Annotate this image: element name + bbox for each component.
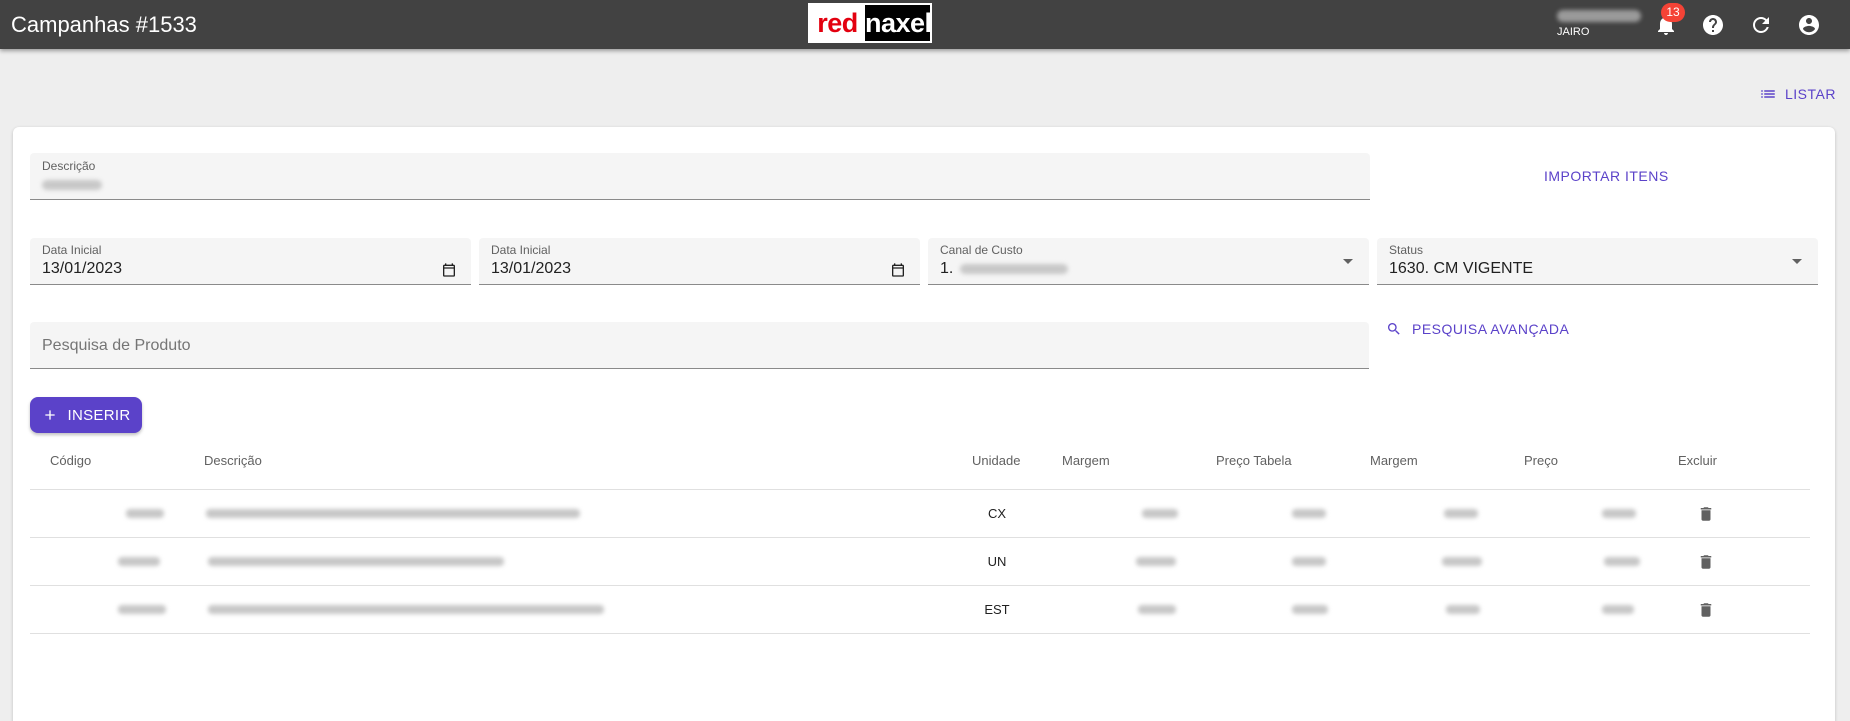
account-icon[interactable]	[1797, 13, 1821, 37]
pesquisa-avancada-label: PESQUISA AVANÇADA	[1412, 321, 1570, 337]
trash-icon[interactable]	[1697, 600, 1715, 620]
table-row[interactable]: CX	[30, 490, 1810, 538]
user-name: JAIRO	[1557, 26, 1590, 38]
status-value: 1630. CM VIGENTE	[1389, 260, 1534, 277]
table-row[interactable]: UN	[30, 538, 1810, 586]
app-bar: Campanhas #1533 red naxel JAIRO 13	[0, 0, 1850, 49]
descricao-field[interactable]: Descrição	[30, 153, 1370, 200]
margem-redacted	[1138, 605, 1176, 614]
codigo-redacted	[118, 557, 160, 566]
canal-de-custo-value-redacted	[960, 264, 1068, 274]
page-title: Campanhas #1533	[11, 12, 197, 37]
table-row[interactable]: EST	[30, 586, 1810, 634]
margem-redacted	[1142, 509, 1178, 518]
notification-badge: 13	[1661, 3, 1685, 22]
listar-label: LISTAR	[1785, 86, 1836, 102]
inserir-button[interactable]: INSERIR	[30, 397, 142, 433]
chevron-down-icon	[1343, 259, 1353, 264]
column-header-unidade[interactable]: Unidade	[972, 453, 1020, 468]
refresh-icon[interactable]	[1749, 13, 1773, 37]
unidade-cell: CX	[987, 506, 1007, 521]
column-header-preco[interactable]: Preço	[1524, 453, 1558, 468]
codigo-redacted	[118, 605, 166, 614]
data-inicial-value-2: 13/01/2023	[491, 260, 572, 277]
pesquisa-produto-placeholder: Pesquisa de Produto	[42, 337, 191, 354]
unidade-cell: EST	[984, 602, 1010, 617]
calendar-icon[interactable]	[441, 262, 457, 278]
column-header-preco-tabela[interactable]: Preço Tabela	[1216, 453, 1292, 468]
search-icon	[1388, 323, 1400, 335]
importar-itens-label: IMPORTAR ITENS	[1544, 168, 1669, 184]
chevron-down-icon	[1792, 259, 1802, 264]
descricao-value-redacted	[42, 180, 102, 190]
canal-de-custo-select[interactable]: Canal de Custo 1.	[928, 238, 1369, 285]
preco-redacted	[1602, 509, 1636, 518]
canal-de-custo-prefix: 1.	[940, 260, 954, 277]
column-header-margem-2[interactable]: Margem	[1370, 453, 1418, 468]
margem-2-redacted	[1442, 557, 1482, 566]
column-header-descricao[interactable]: Descrição	[204, 453, 262, 468]
brand-logo: red naxel	[808, 3, 932, 43]
status-select[interactable]: Status 1630. CM VIGENTE	[1377, 238, 1818, 285]
trash-icon[interactable]	[1697, 504, 1715, 524]
status-label: Status	[1389, 243, 1424, 257]
plus-icon	[44, 410, 55, 420]
descricao-redacted	[208, 605, 604, 614]
inserir-label: INSERIR	[67, 406, 131, 424]
data-inicial-field[interactable]: Data Inicial 13/01/2023	[30, 238, 471, 285]
margem-redacted	[1136, 557, 1176, 566]
margem-2-redacted	[1444, 509, 1478, 518]
data-inicial-field-2[interactable]: Data Inicial 13/01/2023	[479, 238, 920, 285]
codigo-redacted	[126, 509, 164, 518]
user-info-redacted	[1557, 10, 1641, 22]
preco-tabela-redacted	[1292, 509, 1326, 518]
pesquisa-produto-input[interactable]: Pesquisa de Produto	[30, 322, 1369, 369]
unidade-cell: UN	[987, 554, 1007, 569]
preco-redacted	[1604, 557, 1640, 566]
help-icon[interactable]	[1701, 13, 1725, 37]
column-header-margem[interactable]: Margem	[1062, 453, 1110, 468]
descricao-label: Descrição	[42, 159, 96, 173]
list-icon	[1761, 90, 1775, 98]
preco-tabela-redacted	[1292, 557, 1326, 566]
trash-icon[interactable]	[1697, 552, 1715, 572]
canal-de-custo-label: Canal de Custo	[940, 243, 1023, 257]
margem-2-redacted	[1446, 605, 1480, 614]
importar-itens-button[interactable]: IMPORTAR ITENS	[1544, 168, 1669, 184]
descricao-redacted	[208, 557, 504, 566]
descricao-redacted	[206, 509, 580, 518]
column-header-codigo[interactable]: Código	[50, 453, 91, 468]
calendar-icon[interactable]	[890, 262, 906, 278]
preco-redacted	[1602, 605, 1634, 614]
column-header-excluir: Excluir	[1678, 453, 1718, 468]
logo-text-red: red	[810, 5, 865, 41]
pesquisa-avancada-button[interactable]: PESQUISA AVANÇADA	[1386, 321, 1569, 337]
data-inicial-label: Data Inicial	[42, 243, 102, 257]
data-inicial-label-2: Data Inicial	[491, 243, 551, 257]
logo-text-naxel: naxel	[865, 8, 932, 38]
data-inicial-value: 13/01/2023	[42, 260, 123, 277]
listar-button[interactable]: LISTAR	[1759, 85, 1836, 103]
preco-tabela-redacted	[1292, 605, 1328, 614]
